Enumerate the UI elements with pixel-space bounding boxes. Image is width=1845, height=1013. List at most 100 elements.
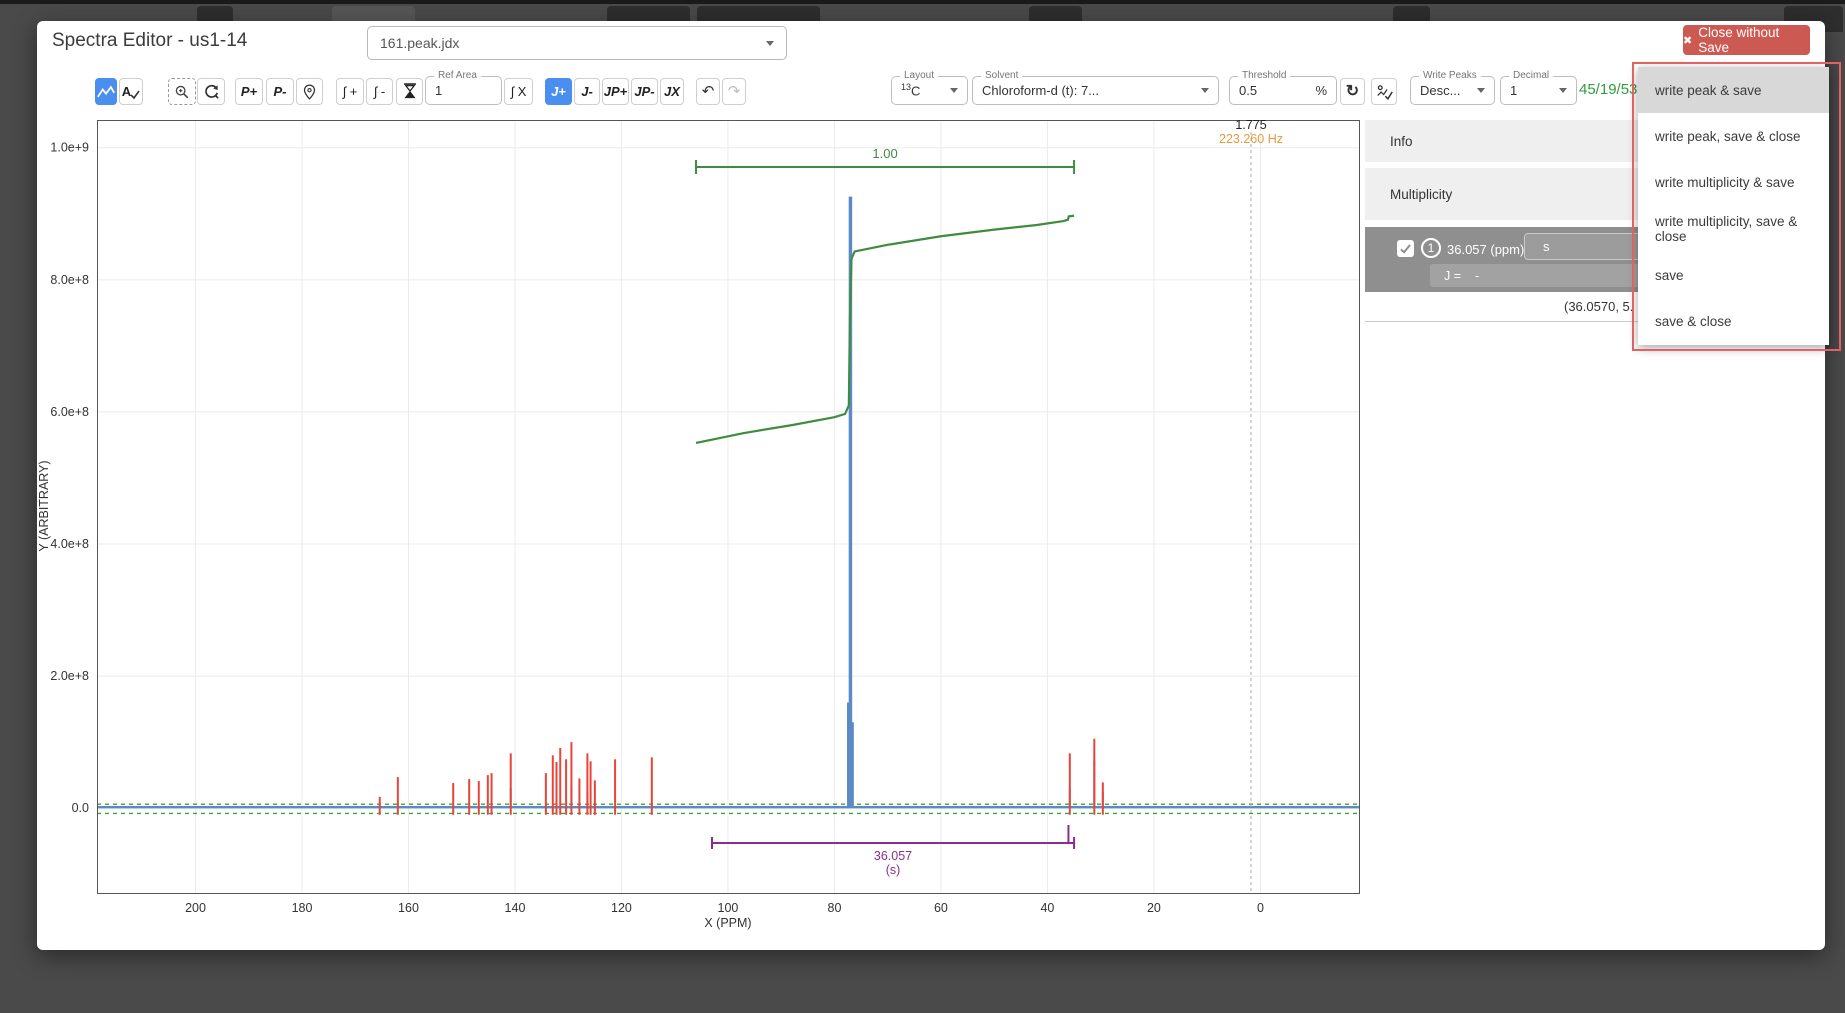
menu-item[interactable]: write peak, save & close bbox=[1638, 113, 1829, 159]
j-add-button[interactable]: J+ bbox=[545, 78, 572, 105]
spectrum-file-select[interactable]: 161.peak.jdx bbox=[367, 26, 787, 60]
multiplet-checkbox[interactable] bbox=[1397, 240, 1414, 257]
threshold-field[interactable]: Threshold 0.5 % bbox=[1229, 76, 1337, 105]
multiplet-bracket[interactable]: 36.057(s) bbox=[712, 825, 1074, 877]
auto-peak-check-button[interactable] bbox=[1371, 78, 1397, 105]
solvent-value: Chloroform-d (t): 7... bbox=[982, 83, 1201, 98]
background-tab bbox=[332, 6, 415, 22]
peak-add-label: P+ bbox=[241, 84, 257, 99]
undo-button[interactable]: ↶ bbox=[696, 78, 720, 105]
svg-text:180: 180 bbox=[292, 901, 313, 915]
layout-value: C bbox=[911, 84, 920, 99]
svg-text:1.0e+9: 1.0e+9 bbox=[50, 141, 89, 155]
peak-add-button[interactable]: P+ bbox=[235, 78, 263, 105]
jp-add-label: JP+ bbox=[604, 84, 628, 99]
menu-item[interactable]: write multiplicity & save bbox=[1638, 160, 1829, 206]
refresh-icon: ↻ bbox=[1346, 84, 1359, 100]
spectrum-trace bbox=[97, 197, 1360, 809]
reset-zoom-icon bbox=[203, 83, 220, 100]
jp-add-button[interactable]: JP+ bbox=[602, 78, 629, 105]
svg-text:4.0e+8: 4.0e+8 bbox=[50, 537, 89, 551]
threshold-legend: Threshold bbox=[1238, 70, 1290, 81]
background-tab bbox=[607, 6, 690, 22]
spectrum-file-name: 161.peak.jdx bbox=[380, 35, 766, 51]
background-tab bbox=[1029, 6, 1082, 22]
integral-remove-button[interactable]: ∫ - bbox=[366, 78, 393, 105]
integral-clear-button[interactable]: ∫ X bbox=[504, 78, 533, 105]
menu-item[interactable]: save bbox=[1638, 252, 1829, 298]
info-section-label: Info bbox=[1390, 134, 1413, 149]
jp-remove-label: JP- bbox=[634, 84, 654, 99]
peak-markers[interactable] bbox=[380, 739, 1103, 815]
line-tool-button[interactable] bbox=[95, 78, 117, 105]
jx-label: JX bbox=[664, 84, 680, 99]
multiplet-symbol-label: (s) bbox=[886, 863, 901, 877]
write-peaks-legend: Write Peaks bbox=[1419, 70, 1481, 81]
integral-clear-label: ∫ X bbox=[511, 84, 527, 99]
peak-pin-button[interactable] bbox=[296, 78, 323, 105]
multiplicity-section-label: Multiplicity bbox=[1390, 187, 1452, 202]
integral[interactable]: 1.00 bbox=[696, 146, 1074, 443]
multiplet-index-badge: 1 bbox=[1421, 238, 1441, 258]
j-remove-button[interactable]: J- bbox=[574, 78, 600, 105]
zoom-reset-button[interactable] bbox=[197, 78, 225, 105]
screen: Spectra Editor - us1-14 161.peak.jdx ✖ C… bbox=[0, 0, 1845, 1013]
peak-remove-button[interactable]: P- bbox=[266, 78, 294, 105]
solvent-select[interactable]: Solvent Chloroform-d (t): 7... bbox=[972, 76, 1219, 105]
decimal-value: 1 bbox=[1510, 83, 1559, 98]
peaks-check-icon bbox=[1376, 84, 1393, 100]
cursor-hz-label: 223.260 Hz bbox=[1201, 132, 1301, 146]
decimal-select[interactable]: Decimal 1 bbox=[1500, 76, 1577, 105]
spectrum-svg: 2001801601401201008060402000.02.0e+84.0e… bbox=[97, 120, 1360, 894]
background-tab bbox=[197, 6, 233, 22]
j-add-label: J+ bbox=[551, 84, 566, 99]
svg-text:100: 100 bbox=[718, 901, 739, 915]
redo-button[interactable]: ↷ bbox=[722, 78, 746, 105]
save-menu: write peak & savewrite peak, save & clos… bbox=[1638, 67, 1829, 345]
tick-labels: 2001801601401201008060402000.02.0e+84.0e… bbox=[50, 141, 1264, 915]
j-value: - bbox=[1475, 269, 1479, 283]
jx-button[interactable]: JX bbox=[660, 78, 684, 105]
background-tab bbox=[697, 6, 820, 22]
ref-area-field[interactable]: Ref Area 1 bbox=[425, 76, 502, 105]
zoom-select-button[interactable] bbox=[168, 78, 196, 105]
menu-item[interactable]: write peak & save bbox=[1638, 67, 1829, 113]
layout-legend: Layout bbox=[900, 70, 938, 81]
chevron-down-icon bbox=[1559, 88, 1567, 93]
jp-remove-button[interactable]: JP- bbox=[631, 78, 658, 105]
svg-text:6.0e+8: 6.0e+8 bbox=[50, 405, 89, 419]
hourglass-icon bbox=[403, 83, 417, 100]
background-tab bbox=[1393, 6, 1430, 22]
chevron-down-icon bbox=[1201, 88, 1209, 93]
baseline-button[interactable] bbox=[396, 78, 423, 105]
multiplet-index: 1 bbox=[1428, 241, 1435, 255]
close-without-save-button[interactable]: ✖ Close without Save bbox=[1683, 25, 1810, 55]
svg-text:0: 0 bbox=[1257, 901, 1264, 915]
multiplet-shift-label: 36.057 bbox=[874, 849, 912, 863]
counts-badge: 45/19/53 bbox=[1579, 81, 1637, 98]
threshold-unit: % bbox=[1315, 83, 1327, 98]
multiplet-shift-label: 36.057 (ppm) bbox=[1447, 242, 1524, 257]
x-axis-title: X (PPM) bbox=[648, 916, 808, 930]
svg-text:160: 160 bbox=[398, 901, 419, 915]
spectra-editor-dialog: Spectra Editor - us1-14 161.peak.jdx ✖ C… bbox=[37, 21, 1825, 950]
auto-ranges-button[interactable]: A bbox=[119, 78, 143, 105]
chevron-down-icon bbox=[1477, 88, 1485, 93]
integral-add-button[interactable]: ∫ + bbox=[336, 78, 364, 105]
svg-text:2.0e+8: 2.0e+8 bbox=[50, 669, 89, 683]
close-icon: ✖ bbox=[1683, 34, 1692, 47]
menu-item[interactable]: save & close bbox=[1638, 299, 1829, 345]
recalculate-button[interactable]: ↻ bbox=[1340, 78, 1365, 105]
svg-text:80: 80 bbox=[828, 901, 842, 915]
integral-add-label: ∫ + bbox=[343, 84, 358, 99]
j-remove-label: J- bbox=[581, 84, 593, 99]
layout-select[interactable]: Layout 13C bbox=[891, 76, 968, 105]
write-peaks-value: Desc... bbox=[1420, 83, 1477, 98]
background-top-strip bbox=[0, 0, 1845, 4]
svg-text:0.0: 0.0 bbox=[72, 801, 89, 815]
write-peaks-select[interactable]: Write Peaks Desc... bbox=[1410, 76, 1495, 105]
dialog-title: Spectra Editor - us1-14 bbox=[52, 30, 247, 52]
menu-item[interactable]: write multiplicity, save & close bbox=[1638, 206, 1829, 252]
coordinates-text: (36.0570, 5. bbox=[1564, 299, 1633, 314]
spectrum-plot[interactable]: 2001801601401201008060402000.02.0e+84.0e… bbox=[97, 120, 1360, 894]
